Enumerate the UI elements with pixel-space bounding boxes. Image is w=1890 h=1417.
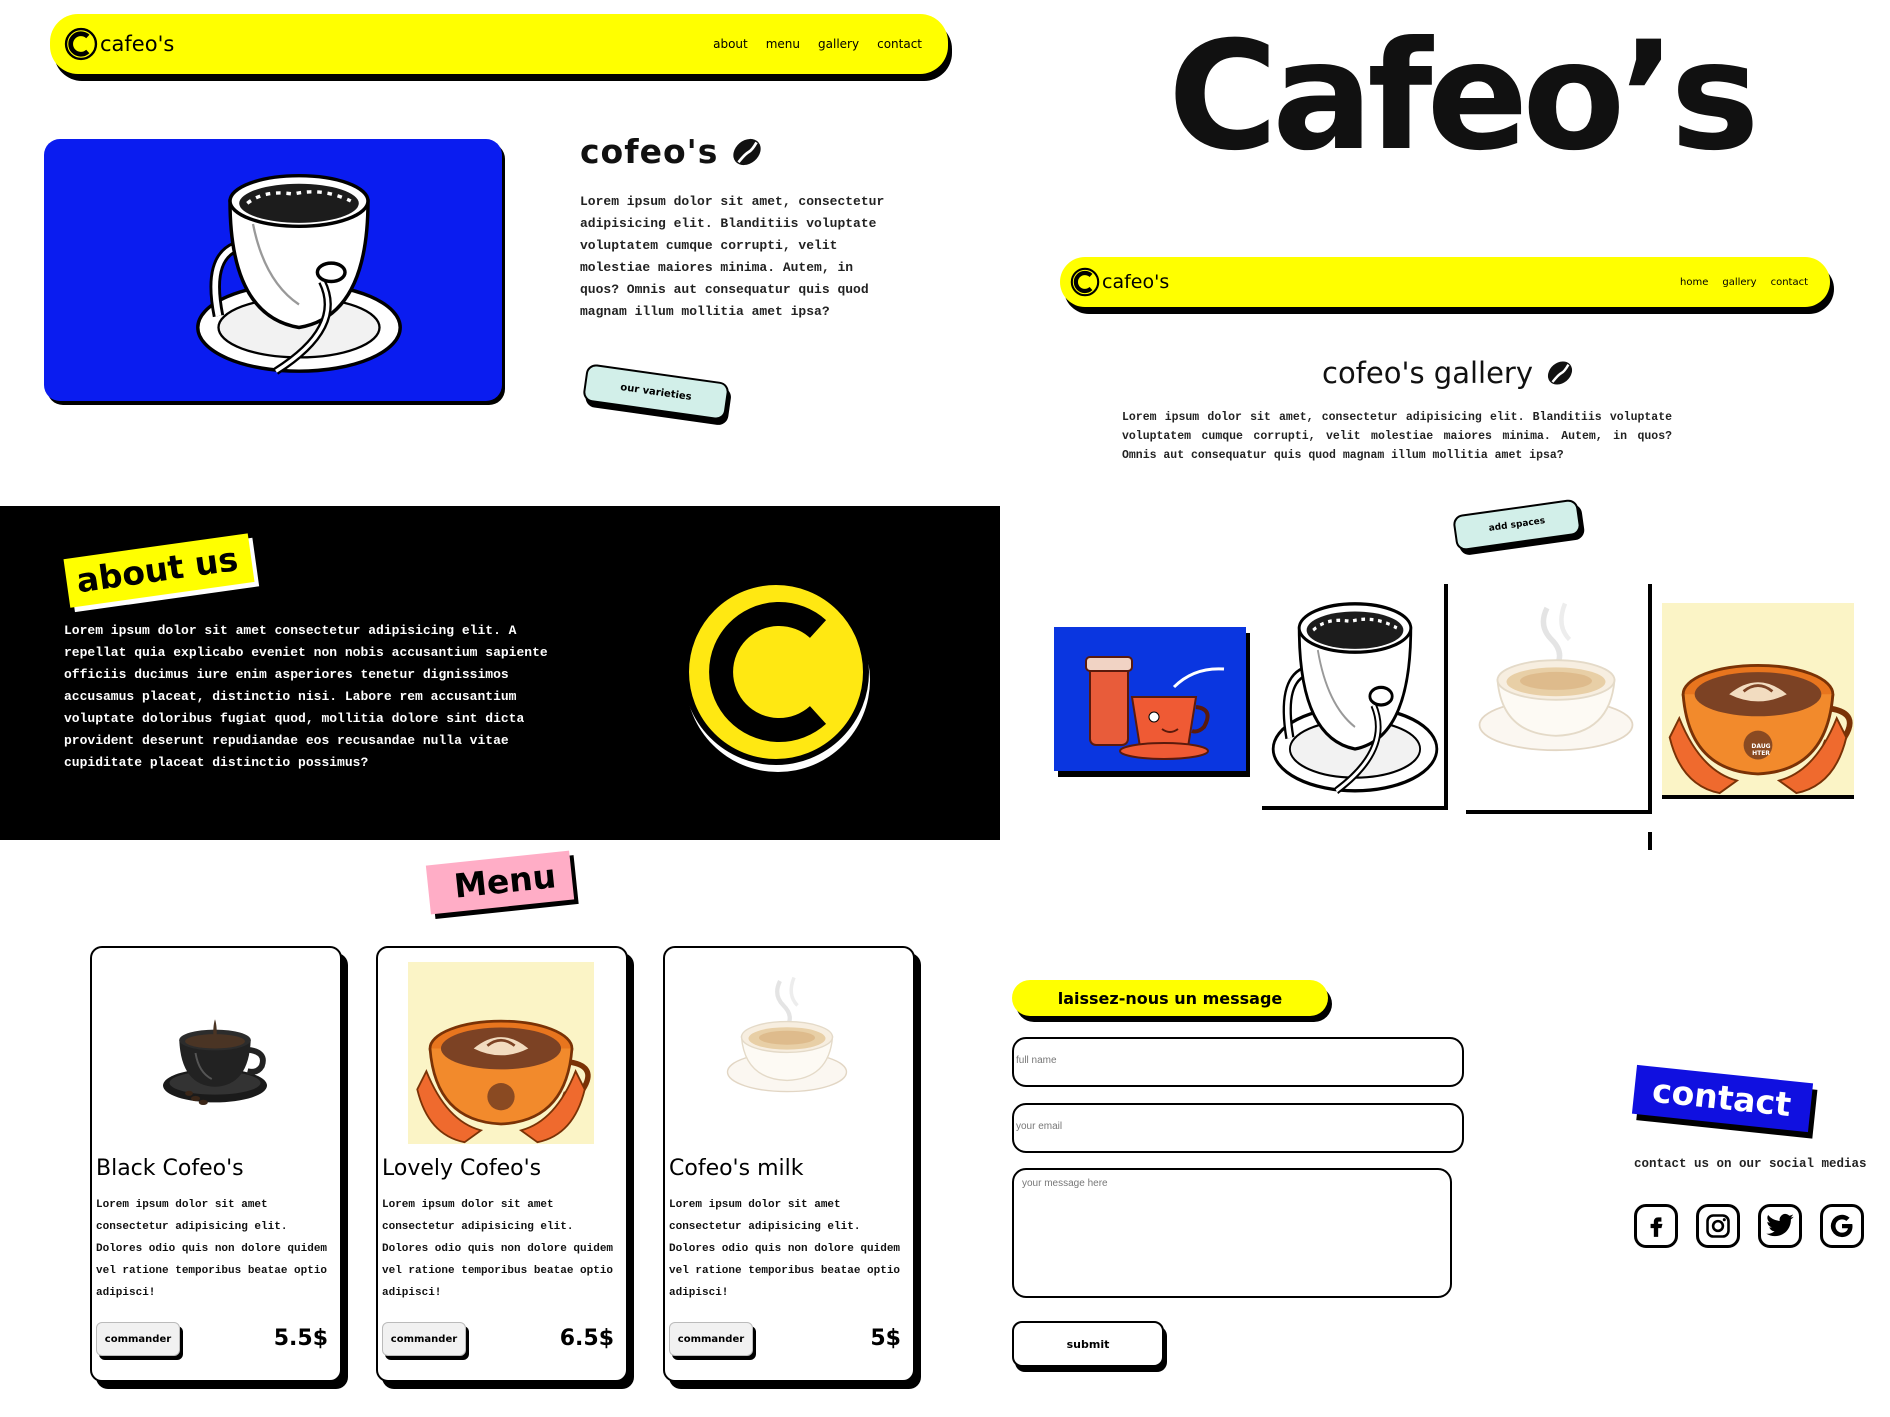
brand-name: cafeo's xyxy=(1102,271,1170,293)
card-description: Lorem ipsum dolor sit amet consectetur a… xyxy=(96,1199,328,1299)
hero-title: cofeo's xyxy=(580,132,719,171)
price-label: 5$ xyxy=(870,1326,901,1351)
top-navbar: cafeo's about menu gallery contact xyxy=(50,14,948,74)
facebook-icon[interactable] xyxy=(1634,1204,1678,1248)
cappuccino-image xyxy=(717,962,857,1112)
commander-button[interactable]: commander xyxy=(382,1322,466,1356)
black-coffee-image xyxy=(150,988,280,1118)
email-input[interactable]: your email xyxy=(1012,1103,1464,1153)
about-us-label: about us xyxy=(63,533,255,608)
latte-image xyxy=(408,962,594,1144)
menu-card-milk: Cofeo's milk Lorem ipsum dolor sit amet … xyxy=(663,946,915,1382)
hero-image xyxy=(44,139,502,401)
mug-text: DAUG HTER xyxy=(1751,743,1771,757)
menu-label: Menu xyxy=(425,850,575,915)
menu-card-lovely: Lovely Cofeo's Lorem ipsum dolor sit ame… xyxy=(376,946,628,1382)
message-textarea[interactable]: your message here xyxy=(1012,1168,1452,1298)
card-description: Lorem ipsum dolor sit amet consectetur a… xyxy=(669,1199,901,1299)
nav-about-link[interactable]: about xyxy=(713,37,748,51)
commander-button[interactable]: commander xyxy=(669,1322,753,1356)
brand-c-emblem-icon xyxy=(683,579,870,772)
gallery-image-latte: DAUG HTER xyxy=(1662,603,1854,795)
card-title: Black Cofeo's xyxy=(96,1156,244,1181)
menu-card-black: Black Cofeo's Lorem ipsum dolor sit amet… xyxy=(90,946,342,1382)
brand-c-icon xyxy=(1070,267,1100,297)
message-placeholder: your message here xyxy=(1022,1178,1108,1189)
contact-label: contact xyxy=(1631,1064,1814,1133)
gallery-image-cappuccino xyxy=(1466,584,1652,814)
card-title: Lovely Cofeo's xyxy=(382,1156,542,1181)
our-varieties-button[interactable]: our varieties xyxy=(582,363,730,421)
full-name-input[interactable]: full name xyxy=(1012,1037,1464,1087)
price-label: 6.5$ xyxy=(559,1326,614,1351)
coffee-bean-icon xyxy=(1545,358,1576,388)
brand-name: cafeo's xyxy=(100,32,175,56)
submit-button[interactable]: submit xyxy=(1012,1321,1164,1367)
nav-home-link[interactable]: home xyxy=(1680,277,1708,288)
coffee-cup-illustration xyxy=(184,145,414,395)
gallery-heading: cofeo's gallery xyxy=(1322,356,1576,390)
instagram-icon[interactable] xyxy=(1696,1204,1740,1248)
gallery-image-cup xyxy=(1262,584,1448,810)
nav-gallery-link[interactable]: gallery xyxy=(1722,277,1756,288)
about-section: about us Lorem ipsum dolor sit amet cons… xyxy=(0,506,1000,840)
nav-contact-link[interactable]: contact xyxy=(877,37,922,51)
nav-contact-link[interactable]: contact xyxy=(1771,277,1808,288)
email-placeholder: your email xyxy=(1016,1121,1063,1132)
price-label: 5.5$ xyxy=(273,1326,328,1351)
add-spaces-button[interactable]: add spaces xyxy=(1452,498,1582,552)
social-icons xyxy=(1634,1204,1864,1248)
gallery-navbar: cafeo's home gallery contact xyxy=(1060,257,1830,307)
twitter-icon[interactable] xyxy=(1758,1204,1802,1248)
about-description: Lorem ipsum dolor sit amet consectetur a… xyxy=(64,623,548,770)
brand-logo[interactable]: cafeo's xyxy=(64,27,174,61)
full-name-placeholder: full name xyxy=(1016,1055,1057,1066)
brand-c-icon xyxy=(64,27,98,61)
social-media-text: contact us on our social medias xyxy=(1634,1157,1867,1171)
google-icon[interactable] xyxy=(1820,1204,1864,1248)
gallery-title: cofeo's gallery xyxy=(1322,356,1534,390)
card-title: Cofeo's milk xyxy=(669,1156,804,1181)
card-description: Lorem ipsum dolor sit amet consectetur a… xyxy=(382,1199,614,1299)
gallery-frame-divider xyxy=(1648,832,1652,850)
big-brand-title: Cafeo’s xyxy=(1168,10,1760,184)
message-label: laissez-nous un message xyxy=(1012,980,1328,1016)
nav-gallery-link[interactable]: gallery xyxy=(818,37,859,51)
nav-menu-link[interactable]: menu xyxy=(766,37,800,51)
hero-description: Lorem ipsum dolor sit amet, consectetur … xyxy=(580,194,885,319)
commander-button[interactable]: commander xyxy=(96,1322,180,1356)
brand-logo[interactable]: cafeo's xyxy=(1070,267,1169,297)
coffee-bean-icon xyxy=(730,134,765,169)
gallery-image-illustration xyxy=(1054,627,1246,771)
hero-section: cofeo's Lorem ipsum dolor sit amet, cons… xyxy=(580,132,910,323)
gallery-description: Lorem ipsum dolor sit amet, consectetur … xyxy=(1122,411,1672,462)
